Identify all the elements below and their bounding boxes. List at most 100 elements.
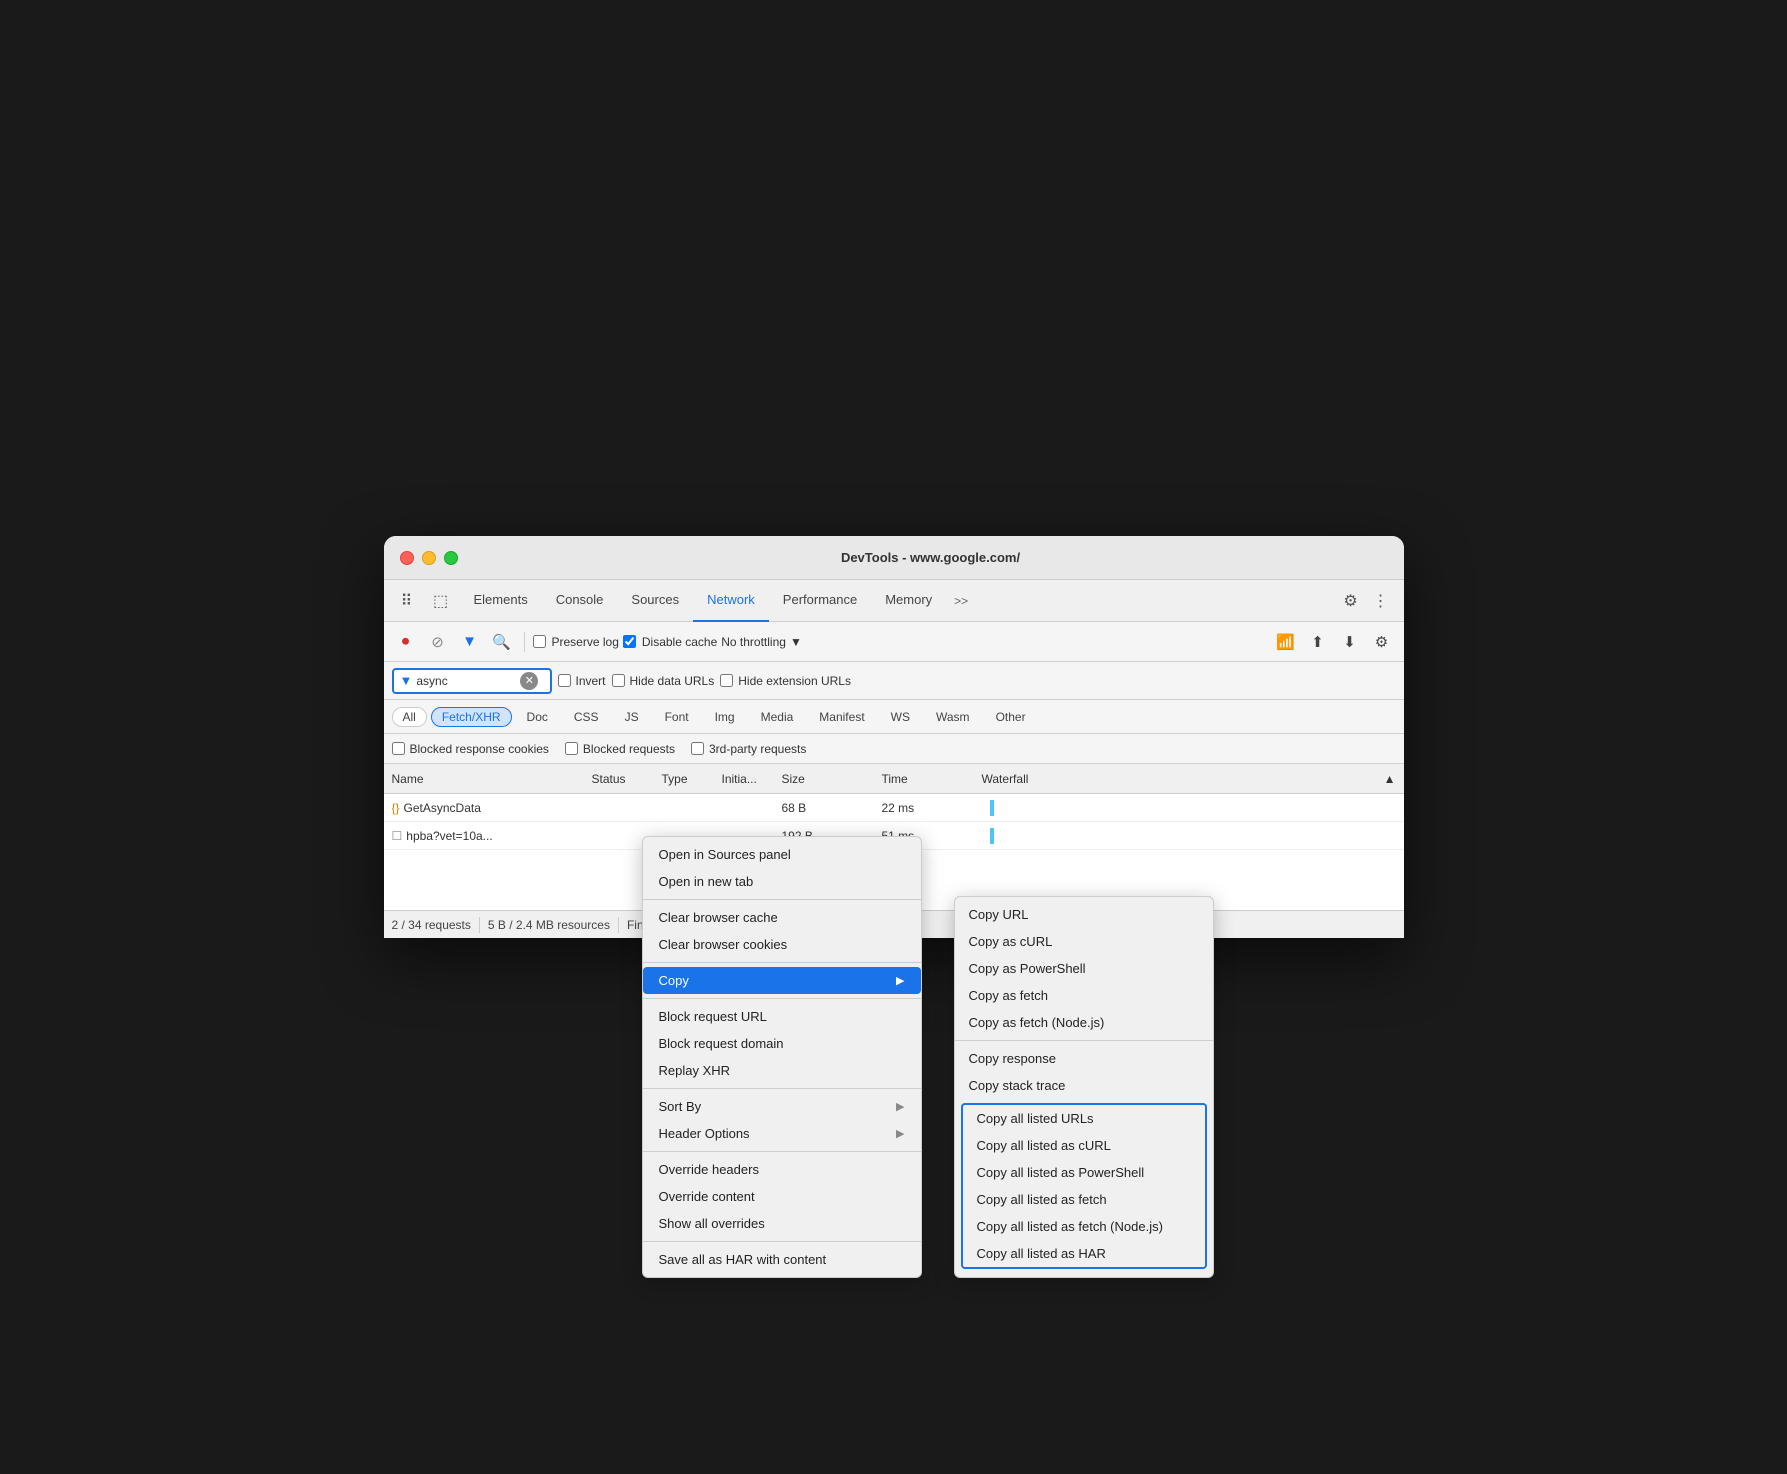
hide-ext-checkbox[interactable] bbox=[720, 674, 733, 687]
rtype-wasm[interactable]: Wasm bbox=[925, 707, 981, 727]
inspector-icon[interactable]: ⠿ bbox=[392, 586, 422, 616]
blocked-requests-checkbox[interactable] bbox=[565, 742, 578, 755]
filter-bar: ▼ ✕ Invert Hide data URLs Hide extension… bbox=[384, 662, 1404, 700]
row-filename-1: GetAsyncData bbox=[404, 801, 481, 815]
submenu-copy-fetch-node[interactable]: Copy as fetch (Node.js) bbox=[955, 1009, 1213, 1036]
table-header: Name Status Type Initia... Size Time Wat… bbox=[384, 764, 1404, 794]
disable-cache-label: Disable cache bbox=[642, 635, 717, 649]
ctx-header-options[interactable]: Header Options ▶ bbox=[643, 1120, 921, 1147]
ctx-save-har-label: Save all as HAR with content bbox=[659, 1252, 827, 1267]
submenu-copy-all-powershell[interactable]: Copy all listed as PowerShell bbox=[963, 1159, 1205, 1186]
rtype-img[interactable]: Img bbox=[704, 707, 746, 727]
col-header-type[interactable]: Type bbox=[662, 772, 722, 786]
ctx-open-new-tab[interactable]: Open in new tab bbox=[643, 868, 921, 895]
filter-button[interactable]: ▼ bbox=[456, 628, 484, 656]
ctx-sep-1 bbox=[643, 899, 921, 900]
rtype-ws[interactable]: WS bbox=[880, 707, 921, 727]
context-menu: Open in Sources panel Open in new tab Cl… bbox=[642, 836, 922, 1278]
submenu-copy-url[interactable]: Copy URL bbox=[955, 901, 1213, 928]
ctx-override-headers[interactable]: Override headers bbox=[643, 1156, 921, 1183]
submenu-copy-stack[interactable]: Copy stack trace bbox=[955, 1072, 1213, 1099]
wifi-icon[interactable]: 📶 bbox=[1272, 628, 1300, 656]
ctx-sep-2 bbox=[643, 962, 921, 963]
rtype-css[interactable]: CSS bbox=[563, 707, 610, 727]
rtype-fetch-xhr[interactable]: Fetch/XHR bbox=[431, 707, 512, 727]
tabs-more-button[interactable]: >> bbox=[946, 594, 976, 608]
separator-1 bbox=[524, 632, 525, 652]
tab-memory[interactable]: Memory bbox=[871, 580, 946, 622]
hide-data-label: Hide data URLs bbox=[630, 674, 715, 688]
tab-network[interactable]: Network bbox=[693, 580, 769, 622]
settings-icon[interactable]: ⚙ bbox=[1336, 586, 1366, 616]
stop-recording-button[interactable]: ⏺ bbox=[392, 628, 420, 656]
ctx-save-har[interactable]: Save all as HAR with content bbox=[643, 1246, 921, 1273]
invert-checkbox[interactable] bbox=[558, 674, 571, 687]
export-icon[interactable]: ⬇ bbox=[1336, 628, 1364, 656]
submenu-copy-curl[interactable]: Copy as cURL bbox=[955, 928, 1213, 955]
submenu-copy-all-har[interactable]: Copy all listed as HAR bbox=[963, 1240, 1205, 1267]
submenu-copy-all-curl[interactable]: Copy all listed as cURL bbox=[963, 1132, 1205, 1159]
ctx-clear-cookies[interactable]: Clear browser cookies bbox=[643, 931, 921, 958]
disable-cache-checkbox[interactable] bbox=[623, 635, 636, 648]
ctx-clear-cache[interactable]: Clear browser cache bbox=[643, 904, 921, 931]
tab-console[interactable]: Console bbox=[542, 580, 618, 622]
rtype-font[interactable]: Font bbox=[654, 707, 700, 727]
rtype-manifest[interactable]: Manifest bbox=[808, 707, 875, 727]
rtype-doc[interactable]: Doc bbox=[516, 707, 559, 727]
col-header-name[interactable]: Name bbox=[392, 772, 592, 786]
tab-performance[interactable]: Performance bbox=[769, 580, 871, 622]
more-options-icon[interactable]: ⋮ bbox=[1366, 586, 1396, 616]
ctx-sep-3 bbox=[643, 998, 921, 999]
ctx-open-sources[interactable]: Open in Sources panel bbox=[643, 841, 921, 868]
submenu-sep-1 bbox=[955, 1040, 1213, 1041]
col-header-size[interactable]: Size bbox=[782, 772, 882, 786]
col-header-initiator[interactable]: Initia... bbox=[722, 772, 782, 786]
col-header-waterfall[interactable]: Waterfall ▲ bbox=[982, 772, 1396, 786]
clear-button[interactable]: ⊘ bbox=[424, 628, 452, 656]
hide-ext-group: Hide extension URLs bbox=[720, 674, 851, 688]
ctx-block-url[interactable]: Block request URL bbox=[643, 1003, 921, 1030]
blocked-cookies-label: Blocked response cookies bbox=[410, 742, 549, 756]
submenu-copy-all-fetch-node[interactable]: Copy all listed as fetch (Node.js) bbox=[963, 1213, 1205, 1240]
rtype-js[interactable]: JS bbox=[614, 707, 650, 727]
submenu-copy-all-fetch[interactable]: Copy all listed as fetch bbox=[963, 1186, 1205, 1213]
requests-count: 2 / 34 requests bbox=[392, 918, 471, 932]
rtype-other[interactable]: Other bbox=[985, 707, 1037, 727]
third-party-checkbox[interactable] bbox=[691, 742, 704, 755]
submenu-copy-powershell[interactable]: Copy as PowerShell bbox=[955, 955, 1213, 982]
filter-clear-button[interactable]: ✕ bbox=[520, 672, 538, 690]
ctx-show-overrides[interactable]: Show all overrides bbox=[643, 1210, 921, 1237]
import-icon[interactable]: ⬆ bbox=[1304, 628, 1332, 656]
hide-data-checkbox[interactable] bbox=[612, 674, 625, 687]
submenu-copy-fetch[interactable]: Copy as fetch bbox=[955, 982, 1213, 1009]
ctx-sort-arrow-icon: ▶ bbox=[896, 1100, 904, 1113]
network-settings-icon[interactable]: ⚙ bbox=[1368, 628, 1396, 656]
minimize-button[interactable] bbox=[422, 551, 436, 565]
ctx-sort-by[interactable]: Sort By ▶ bbox=[643, 1093, 921, 1120]
col-header-status[interactable]: Status bbox=[592, 772, 662, 786]
tab-sources[interactable]: Sources bbox=[617, 580, 693, 622]
tab-elements[interactable]: Elements bbox=[460, 580, 542, 622]
ctx-copy[interactable]: Copy ▶ bbox=[643, 967, 921, 994]
throttle-arrow-icon: ▼ bbox=[790, 635, 802, 649]
submenu-copy-all-urls[interactable]: Copy all listed URLs bbox=[963, 1105, 1205, 1132]
col-header-time[interactable]: Time bbox=[882, 772, 982, 786]
throttle-select[interactable]: No throttling ▼ bbox=[721, 635, 802, 649]
filter-input[interactable] bbox=[416, 674, 516, 688]
preserve-log-checkbox[interactable] bbox=[533, 635, 546, 648]
row-name-2: ☐ hpba?vet=10a... bbox=[392, 829, 592, 843]
blocked-cookies-checkbox[interactable] bbox=[392, 742, 405, 755]
maximize-button[interactable] bbox=[444, 551, 458, 565]
rtype-media[interactable]: Media bbox=[750, 707, 805, 727]
ctx-block-domain[interactable]: Block request domain bbox=[643, 1030, 921, 1057]
ctx-override-content[interactable]: Override content bbox=[643, 1183, 921, 1210]
rtype-all[interactable]: All bbox=[392, 707, 427, 727]
row-waterfall-1 bbox=[982, 800, 1396, 816]
search-button[interactable]: 🔍 bbox=[488, 628, 516, 656]
ctx-replay-xhr[interactable]: Replay XHR bbox=[643, 1057, 921, 1084]
doc-icon: ☐ bbox=[392, 829, 403, 843]
table-row[interactable]: {} GetAsyncData 68 B 22 ms bbox=[384, 794, 1404, 822]
device-icon[interactable]: ⬚ bbox=[426, 586, 456, 616]
close-button[interactable] bbox=[400, 551, 414, 565]
submenu-copy-response[interactable]: Copy response bbox=[955, 1045, 1213, 1072]
